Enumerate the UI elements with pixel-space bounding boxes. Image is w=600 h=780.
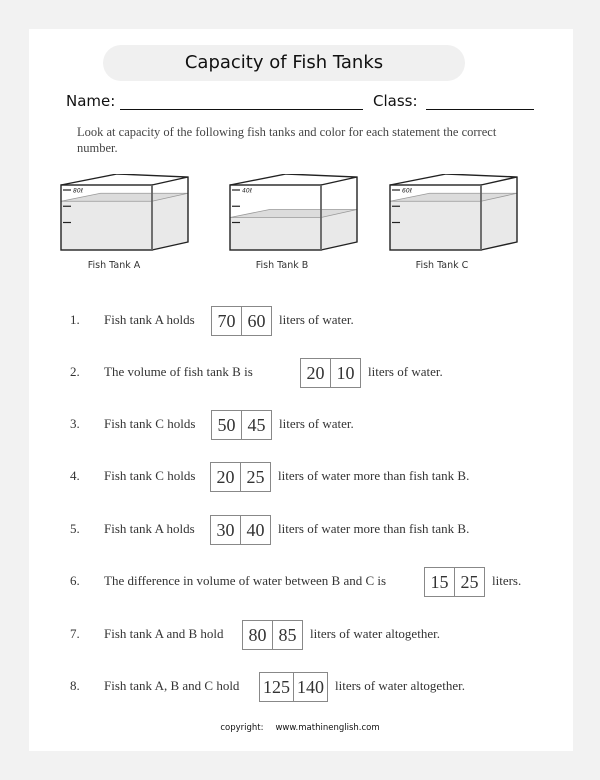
answer-option[interactable]: 25 (240, 463, 270, 491)
answer-option[interactable]: 60 (241, 307, 271, 335)
answer-options: 20 25 (210, 462, 271, 492)
answer-option[interactable]: 85 (272, 621, 302, 649)
answer-options: 30 40 (210, 515, 271, 545)
question-number: 6. (70, 573, 80, 588)
water-front (61, 201, 152, 250)
question-text: Fish tank A holds (104, 521, 195, 536)
question-suffix: liters. (492, 573, 522, 588)
question-7: 7. Fish tank A and B hold 80 85 liters of wa… (70, 620, 570, 650)
question-text: The difference in volume of water betwee… (104, 573, 387, 588)
question-text: The volume of fish tank B is (104, 364, 253, 379)
answer-option[interactable]: 25 (454, 568, 484, 596)
water-front (230, 217, 321, 250)
question-suffix: liters of water. (368, 364, 443, 379)
fish-tank-b: 40ℓ (229, 174, 358, 251)
tank-edge (480, 176, 518, 186)
copyright-site: www.mathinenglish.com (275, 723, 380, 733)
answer-option[interactable]: 125 (260, 673, 293, 701)
instructions: Look at capacity of the following fish t… (77, 125, 497, 155)
question-number: 5. (70, 521, 80, 536)
question-3: 3. Fish tank C holds 50 45 liters of water. (70, 410, 570, 440)
name-label: Name: (66, 92, 116, 110)
water-front (390, 201, 481, 250)
question-suffix: liters of water more than fish tank B. (278, 521, 470, 536)
question-suffix: liters of water more than fish tank B. (278, 468, 470, 483)
question-1: 1. Fish tank A holds 70 60 liters of water. (70, 306, 570, 336)
tank-label-c: Fish Tank C (415, 260, 469, 271)
water-side (152, 193, 188, 250)
answer-options: 15 25 (424, 567, 485, 597)
question-text: Fish tank A, B and C hold (104, 678, 240, 693)
question-text: Fish tank C holds (104, 468, 196, 483)
answer-option[interactable]: 30 (211, 516, 240, 544)
question-number: 1. (70, 312, 80, 327)
question-5: 5. Fish tank A holds 30 40 liters of water m… (70, 515, 570, 545)
question-text: Fish tank C holds (104, 416, 196, 431)
answer-options: 20 10 (300, 358, 361, 388)
answer-option[interactable]: 80 (243, 621, 272, 649)
water-side (481, 193, 517, 250)
capacity-mark: 40ℓ (242, 188, 252, 195)
question-2: 2. The volume of fish tank B is 20 10 liters… (70, 358, 570, 388)
question-number: 7. (70, 626, 80, 641)
answer-options: 80 85 (242, 620, 303, 650)
fish-tank-a: 80ℓ (60, 174, 189, 251)
question-4: 4. Fish tank C holds 20 25 liters of water m… (70, 462, 570, 492)
question-suffix: liters of water altogether. (310, 626, 440, 641)
name-class-row: Name: Class: (66, 90, 536, 114)
tank-label-a: Fish Tank A (87, 260, 141, 271)
question-number: 4. (70, 468, 80, 483)
answer-options: 125 140 (259, 672, 328, 702)
answer-options: 50 45 (211, 410, 272, 440)
answer-option[interactable]: 10 (330, 359, 360, 387)
worksheet-title: Capacity of Fish Tanks (103, 45, 465, 81)
class-field[interactable] (426, 109, 534, 110)
class-label: Class: (373, 92, 418, 110)
answer-option[interactable]: 140 (293, 673, 327, 701)
question-number: 3. (70, 416, 80, 431)
copyright-label: copyright: (220, 723, 264, 733)
answer-option[interactable]: 40 (240, 516, 270, 544)
tank-edge (151, 176, 189, 186)
answer-option[interactable]: 45 (241, 411, 271, 439)
tank-label-b: Fish Tank B (255, 260, 309, 271)
answer-option[interactable]: 70 (212, 307, 241, 335)
question-6: 6. The difference in volume of water betw… (70, 567, 570, 597)
question-text: Fish tank A holds (104, 312, 195, 327)
question-suffix: liters of water altogether. (335, 678, 465, 693)
question-8: 8. Fish tank A, B and C hold 125 140 liters … (70, 672, 570, 702)
fish-tank-c: 60ℓ (389, 174, 518, 251)
answer-option[interactable]: 20 (211, 463, 240, 491)
answer-option[interactable]: 15 (425, 568, 454, 596)
question-suffix: liters of water. (279, 312, 354, 327)
name-field[interactable] (120, 109, 363, 110)
capacity-mark: 80ℓ (73, 188, 83, 195)
answer-option[interactable]: 50 (212, 411, 241, 439)
capacity-mark: 60ℓ (402, 188, 412, 195)
question-number: 8. (70, 678, 80, 693)
question-suffix: liters of water. (279, 416, 354, 431)
question-number: 2. (70, 364, 80, 379)
answer-option[interactable]: 20 (301, 359, 330, 387)
answer-options: 70 60 (211, 306, 272, 336)
question-text: Fish tank A and B hold (104, 626, 224, 641)
copyright: copyright: www.mathinenglish.com (0, 723, 600, 733)
tank-edge (320, 176, 358, 186)
